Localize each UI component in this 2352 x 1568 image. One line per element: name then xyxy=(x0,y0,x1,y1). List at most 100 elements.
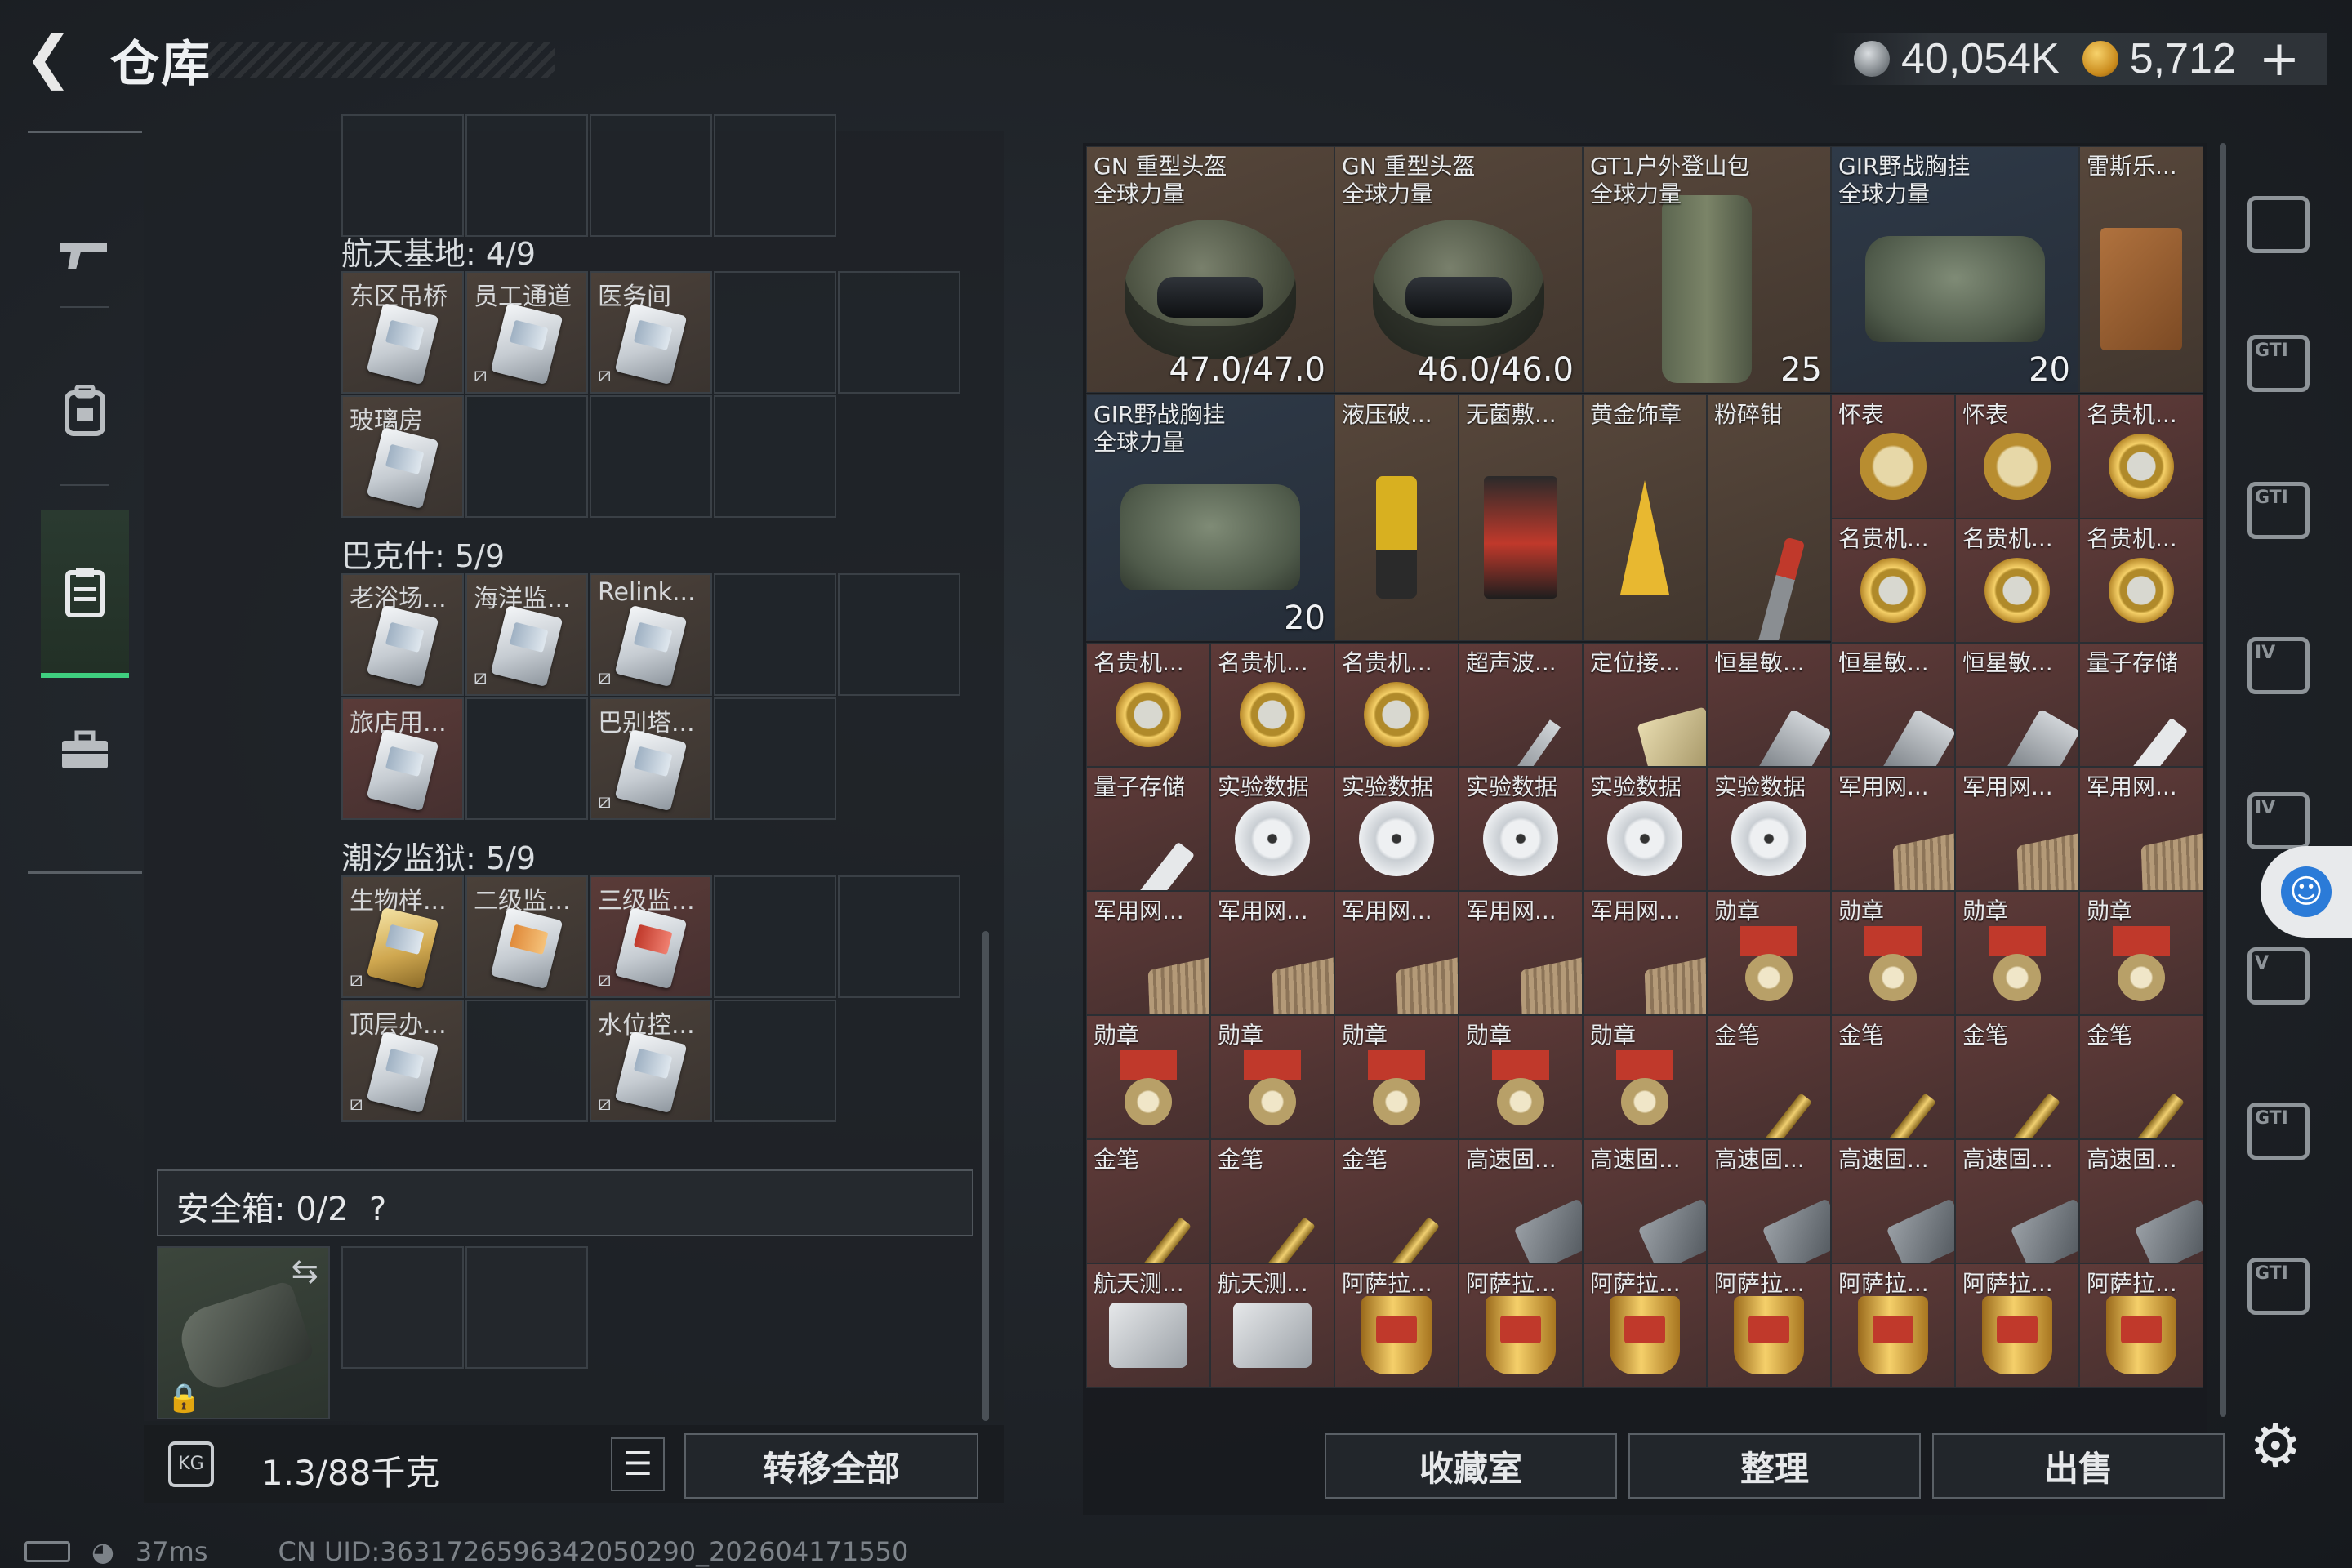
keycard-item[interactable]: 老浴场... xyxy=(341,573,464,696)
inventory-item[interactable]: 定位接... xyxy=(1583,643,1707,767)
inventory-item[interactable]: 阿萨拉... xyxy=(1334,1263,1459,1388)
card-slot[interactable] xyxy=(714,114,836,237)
card-slot[interactable] xyxy=(590,114,712,237)
card-slot[interactable] xyxy=(838,271,960,394)
accessibility-button[interactable]: ☺ xyxy=(2261,846,2352,938)
keycard-item[interactable]: 顶层办... ⧄ xyxy=(341,1000,464,1122)
inventory-item[interactable]: 无菌敷... xyxy=(1459,394,1583,641)
inventory-item[interactable]: 勋章 xyxy=(1334,1015,1459,1139)
inventory-item[interactable]: 高速固... xyxy=(1459,1139,1583,1263)
inventory-item[interactable]: 名贵机... xyxy=(1831,519,1955,643)
safebox-slot[interactable] xyxy=(466,1246,588,1369)
helmet-slot-icon[interactable] xyxy=(2238,184,2319,265)
inventory-item[interactable]: 军用网... xyxy=(1583,891,1707,1015)
card-slot[interactable] xyxy=(838,573,960,696)
inventory-item[interactable]: 实验数据 xyxy=(1707,767,1831,891)
inventory-item[interactable]: 军用网... xyxy=(1831,767,1955,891)
card-slot[interactable] xyxy=(341,114,464,237)
inventory-item[interactable]: 实验数据 xyxy=(1334,767,1459,891)
gear-icon[interactable]: ⚙ xyxy=(2249,1411,2302,1480)
inventory-item[interactable]: 阿萨拉... xyxy=(2079,1263,2203,1388)
toolbox-icon[interactable] xyxy=(41,697,129,803)
safebox-slot[interactable] xyxy=(341,1246,464,1369)
inventory-item[interactable]: 名贵机... xyxy=(1334,643,1459,767)
inventory-item[interactable]: 量子存储 xyxy=(1086,767,1210,891)
keycard-item[interactable]: 海洋监... ⧄ xyxy=(466,573,588,696)
backpack-icon[interactable] xyxy=(41,362,129,460)
inventory-item[interactable]: 名贵机... xyxy=(1955,519,2079,643)
inventory-item[interactable]: 恒星敏... xyxy=(1831,643,1955,767)
keycard-item[interactable]: 医务间 ⧄ xyxy=(590,271,712,394)
keycard-item[interactable]: 三级监... ⧄ xyxy=(590,875,712,998)
keycard-item[interactable]: 巴别塔... ⧄ xyxy=(590,697,712,820)
inventory-item[interactable]: 液压破... xyxy=(1334,394,1459,641)
inventory-item[interactable]: 黄金饰章 xyxy=(1583,394,1707,641)
card-slot[interactable] xyxy=(466,697,588,820)
inventory-item[interactable]: 实验数据 xyxy=(1583,767,1707,891)
card-slot[interactable] xyxy=(590,395,712,518)
clipboard-icon[interactable] xyxy=(41,510,129,678)
inventory-item[interactable]: 怀表 xyxy=(1831,394,1955,519)
card-slot[interactable] xyxy=(838,875,960,998)
card-slot[interactable] xyxy=(714,573,836,696)
inventory-item[interactable]: 阿萨拉... xyxy=(1955,1263,2079,1388)
inventory-item[interactable]: 量子存储 xyxy=(2079,643,2203,767)
organize-button[interactable]: 整理 xyxy=(1628,1433,1921,1499)
inventory-item[interactable]: 勋章 xyxy=(1459,1015,1583,1139)
inventory-item[interactable]: 金笔 xyxy=(2079,1015,2203,1139)
swap-icon[interactable]: ⇆ xyxy=(291,1253,318,1290)
inventory-item[interactable]: 名贵机... xyxy=(1210,643,1334,767)
inventory-item[interactable]: 金笔 xyxy=(1707,1015,1831,1139)
inventory-item[interactable]: 军用网... xyxy=(1334,891,1459,1015)
keycard-item[interactable]: 水位控... ⧄ xyxy=(590,1000,712,1122)
card-slot[interactable] xyxy=(714,697,836,820)
inventory-item[interactable]: 勋章 xyxy=(1707,891,1831,1015)
inventory-item[interactable]: 军用网... xyxy=(1459,891,1583,1015)
back-icon[interactable]: ❮ xyxy=(24,29,82,88)
left-scrollbar[interactable] xyxy=(982,931,989,1421)
inventory-item[interactable]: 军用网... xyxy=(1955,767,2079,891)
sell-button[interactable]: 出售 xyxy=(1932,1433,2225,1499)
armor-slot-icon[interactable]: GTI xyxy=(2238,323,2319,404)
keycard-item[interactable]: 东区吊桥 xyxy=(341,271,464,394)
vehicle-slot-icon[interactable]: GTI xyxy=(2238,1245,2319,1327)
transfer-all-button[interactable]: 转移全部 xyxy=(684,1433,978,1499)
inventory-item[interactable]: 高速固... xyxy=(1831,1139,1955,1263)
inventory-item[interactable]: 勋章 xyxy=(1831,891,1955,1015)
gear-slot-icon[interactable]: V xyxy=(2238,935,2319,1017)
add-currency-button[interactable]: + xyxy=(2259,34,2300,83)
inventory-item[interactable]: 金笔 xyxy=(1086,1139,1210,1263)
inventory-item[interactable]: 超声波... xyxy=(1459,643,1583,767)
help-icon[interactable]: ? xyxy=(369,1191,386,1228)
inventory-item[interactable]: 航天测... xyxy=(1086,1263,1210,1388)
inventory-item[interactable]: 勋章 xyxy=(2079,891,2203,1015)
safebox-container[interactable]: ⇆ 🔒 xyxy=(157,1246,330,1419)
keycard-item[interactable]: 玻璃房 xyxy=(341,395,464,518)
inventory-item[interactable]: 恒星敏... xyxy=(1707,643,1831,767)
inventory-item[interactable]: 名贵机... xyxy=(1086,643,1210,767)
card-slot[interactable] xyxy=(714,1000,836,1122)
inventory-item[interactable]: 高速固... xyxy=(1707,1139,1831,1263)
card-slot[interactable] xyxy=(466,114,588,237)
inventory-item[interactable]: 军用网... xyxy=(1086,891,1210,1015)
inventory-item[interactable]: 勋章 xyxy=(1955,891,2079,1015)
inventory-item[interactable]: 高速固... xyxy=(2079,1139,2203,1263)
rig-slot-icon[interactable]: IV xyxy=(2238,625,2319,706)
right-scrollbar[interactable] xyxy=(2220,143,2226,1417)
pouch-slot-icon[interactable]: GTI xyxy=(2238,470,2319,551)
keycard-item[interactable]: 员工通道 ⧄ xyxy=(466,271,588,394)
inventory-item[interactable]: GN 重型头盔 全球力量 46.0/46.0 xyxy=(1334,146,1583,393)
inventory-item[interactable]: 金笔 xyxy=(1210,1139,1334,1263)
inventory-item[interactable]: 勋章 xyxy=(1086,1015,1210,1139)
keycard-item[interactable]: 生物样... ⧄ xyxy=(341,875,464,998)
inventory-item[interactable]: 阿萨拉... xyxy=(1831,1263,1955,1388)
card-slot[interactable] xyxy=(714,395,836,518)
inventory-item[interactable]: 勋章 xyxy=(1583,1015,1707,1139)
inventory-item[interactable]: 名贵机... xyxy=(2079,519,2203,643)
inventory-item[interactable]: GT1户外登山包 全球力量 25 xyxy=(1583,146,1831,393)
card-slot[interactable] xyxy=(466,1000,588,1122)
inventory-item[interactable]: 军用网... xyxy=(1210,891,1334,1015)
inventory-item[interactable]: 航天测... xyxy=(1210,1263,1334,1388)
gun-icon[interactable] xyxy=(41,215,129,296)
inventory-item[interactable]: GIR野战胸挂 全球力量 20 xyxy=(1086,394,1334,641)
